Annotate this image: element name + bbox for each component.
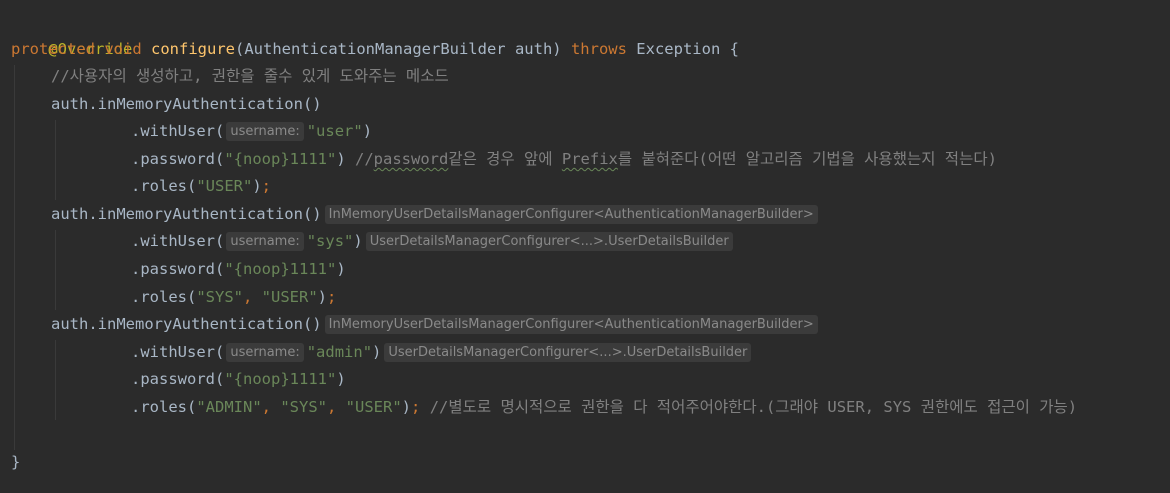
code-text: ) <box>317 288 328 306</box>
code-line-14[interactable]: .password("{noop}1111") <box>131 366 346 393</box>
code-text: ) <box>372 343 382 361</box>
keyword-throws: throws <box>570 40 627 58</box>
comment: 같은 경우 앞에 <box>448 150 562 168</box>
code-line-10[interactable]: .password("{noop}1111") <box>131 256 346 283</box>
type-hint: InMemoryUserDetailsManagerConfigurer<Aut… <box>324 205 818 224</box>
string-literal: "SYS" <box>196 288 243 306</box>
string-literal: "USER" <box>196 177 253 195</box>
separator: , <box>243 288 262 306</box>
keyword-void: void <box>104 40 142 58</box>
string-literal: "admin" <box>306 343 373 361</box>
comment: 를 붙혀준다(어떤 알고리즘 기법을 사용했는지 적는다) <box>617 150 997 168</box>
method-name: configure <box>151 40 236 58</box>
indent-guide <box>55 120 56 200</box>
code-editor[interactable]: @Override protected void configure(Authe… <box>0 0 1170 493</box>
code-line-6[interactable]: .password("{noop}1111") //password같은 경우 … <box>131 146 997 173</box>
code-text: ) <box>336 260 346 278</box>
code-line-3[interactable]: //사용자의 생성하고, 권한을 줄수 있게 도와주는 메소드 <box>51 63 449 90</box>
code-text: ) <box>252 177 262 195</box>
code-text: .roles( <box>131 177 197 195</box>
string-literal: "ADMIN" <box>196 398 262 416</box>
type-hint: InMemoryUserDetailsManagerConfigurer<Aut… <box>324 315 818 334</box>
code-text: ) <box>401 398 412 416</box>
code-text: .withUser( <box>131 343 225 361</box>
comment: //별도로 명시적으로 권한을 다 적어주어야한다.(그래야 USER, SYS… <box>420 398 1078 416</box>
code-line-5[interactable]: .withUser(username: "user") <box>131 118 372 145</box>
separator: , <box>261 398 281 416</box>
type-hint: UserDetailsManagerConfigurer<...>.UserDe… <box>384 343 752 362</box>
code-line-15[interactable]: .roles("ADMIN", "SYS", "USER"); //별도로 명시… <box>131 394 1077 421</box>
code-line-1[interactable]: @Override <box>11 9 132 58</box>
code-text: .roles( <box>131 288 197 306</box>
semicolon: ; <box>327 288 337 306</box>
semicolon: ; <box>261 177 272 195</box>
code-line-12[interactable]: auth.inMemoryAuthentication() InMemoryUse… <box>51 311 818 338</box>
code-line-2[interactable]: protected void configure(AuthenticationM… <box>11 36 739 63</box>
string-literal: "SYS" <box>280 398 327 416</box>
code-text: auth.inMemoryAuthentication() <box>51 205 322 223</box>
string-literal: "user" <box>306 122 363 140</box>
code-text: .withUser( <box>131 122 225 140</box>
indent-guide <box>55 340 56 420</box>
string-literal: "{noop}1111" <box>224 370 337 388</box>
code-text: ) <box>353 232 363 250</box>
code-text: auth.inMemoryAuthentication() <box>51 95 322 113</box>
code-text: .roles( <box>131 398 197 416</box>
code-text: auth.inMemoryAuthentication() <box>51 315 322 333</box>
code-text: .password( <box>131 260 225 278</box>
code-line-7[interactable]: .roles("USER"); <box>131 173 271 200</box>
indent-guide <box>55 230 56 310</box>
comment: //사용자의 생성하고, 권한을 줄수 있게 도와주는 메소드 <box>51 67 449 85</box>
string-literal: "{noop}1111" <box>224 260 337 278</box>
code-text: ) <box>362 122 373 140</box>
code-text: ) <box>336 370 346 388</box>
closing-brace: } <box>11 453 21 471</box>
semicolon: ; <box>411 398 421 416</box>
code-line-8[interactable]: auth.inMemoryAuthentication() InMemoryUse… <box>51 201 818 228</box>
code-line-17[interactable]: } <box>11 449 20 476</box>
comment-typo: password <box>373 150 449 168</box>
separator: , <box>327 398 346 416</box>
parameter-hint: username: <box>226 232 304 251</box>
parameter-hint: username: <box>226 343 304 362</box>
code-line-4[interactable]: auth.inMemoryAuthentication() <box>51 91 322 118</box>
keyword-protected: protected <box>11 40 95 58</box>
comment: // <box>354 150 374 168</box>
code-text: .withUser( <box>131 232 225 250</box>
code-line-9[interactable]: .withUser(username: "sys") UserDetailsMana… <box>131 228 733 255</box>
code-line-13[interactable]: .withUser(username: "admin") UserDetailsMa… <box>131 339 752 366</box>
string-literal: "{noop}1111" <box>224 150 337 168</box>
parameter-hint: username: <box>226 122 304 141</box>
exception-type: Exception { <box>626 40 739 58</box>
string-literal: "sys" <box>306 232 354 250</box>
string-literal: "USER" <box>345 398 402 416</box>
code-text: ) <box>336 150 355 168</box>
comment-typo: Prefix <box>561 150 618 168</box>
code-line-11[interactable]: .roles("SYS", "USER"); <box>131 284 336 311</box>
code-text: .password( <box>131 370 225 388</box>
type-hint: UserDetailsManagerConfigurer<...>.UserDe… <box>365 232 733 251</box>
method-params: (AuthenticationManagerBuilder auth) <box>235 40 571 58</box>
indent-guide <box>14 65 15 450</box>
code-text: .password( <box>131 150 225 168</box>
string-literal: "USER" <box>261 288 318 306</box>
